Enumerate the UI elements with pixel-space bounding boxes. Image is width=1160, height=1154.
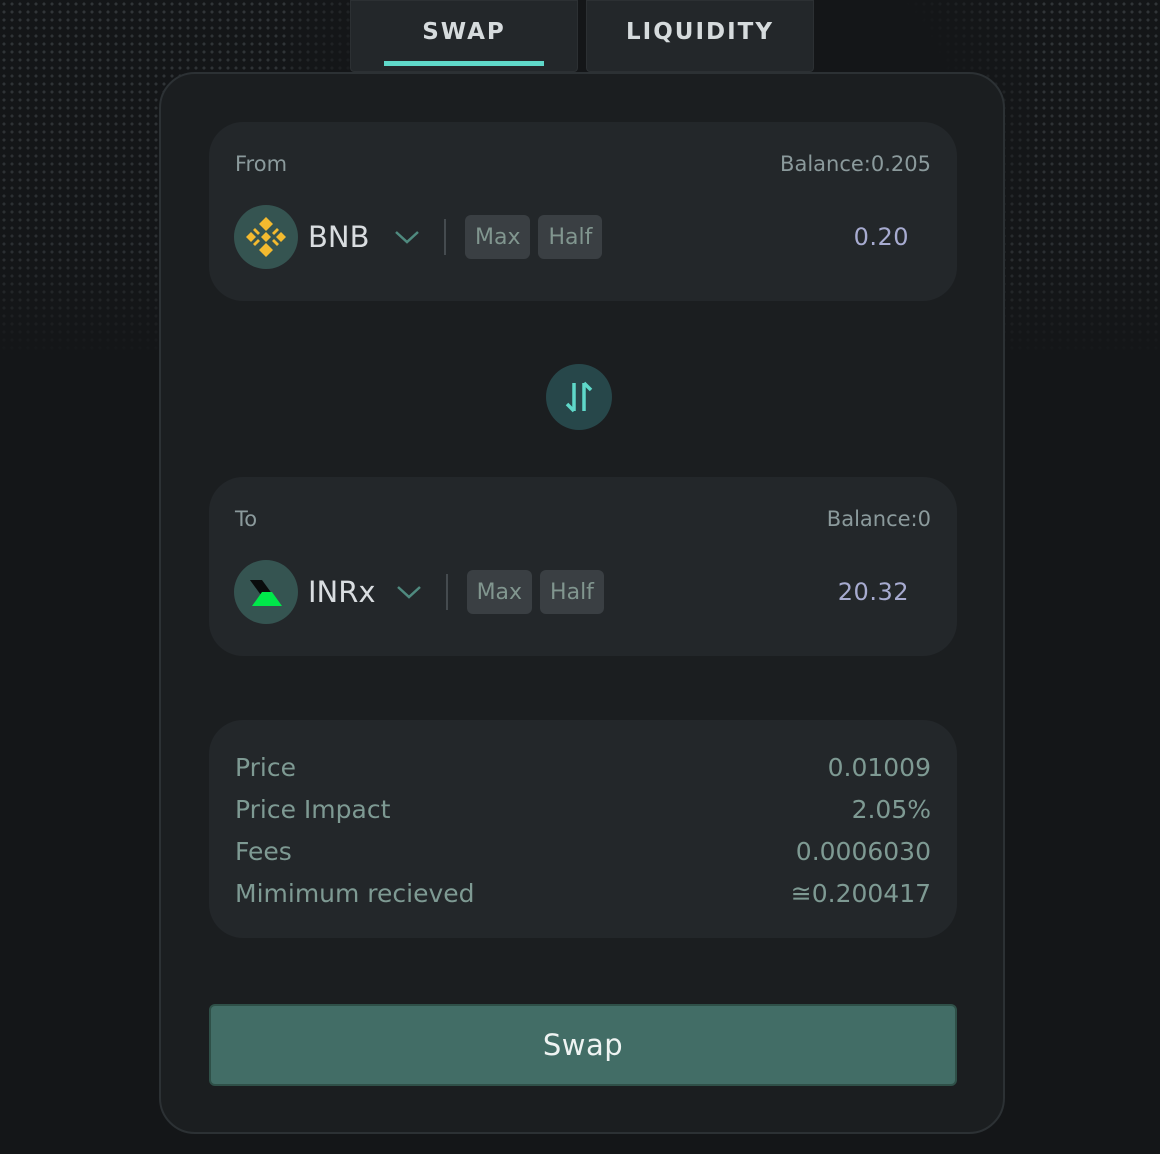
to-amount-input[interactable]: 20.32 (838, 578, 909, 606)
tab-bar: SWAP LIQUIDITY (350, 0, 814, 72)
swap-details-panel: Price 0.01009 Price Impact 2.05% Fees 0.… (209, 720, 957, 938)
to-label: To (235, 507, 258, 531)
from-max-button[interactable]: Max (465, 215, 531, 259)
detail-value: 0.01009 (827, 752, 931, 782)
tab-swap[interactable]: SWAP (350, 0, 578, 72)
divider (445, 574, 448, 610)
from-half-button[interactable]: Half (538, 215, 603, 259)
tab-active-indicator (384, 61, 544, 66)
detail-value: ≅0.200417 (790, 878, 931, 908)
detail-label: Mimimum recieved (235, 878, 475, 908)
chevron-down-icon[interactable] (396, 584, 422, 600)
swap-card: From Balance:0.205 BNB Max Half 0.20 To … (159, 72, 1005, 1134)
swap-button[interactable]: Swap (209, 1004, 957, 1086)
to-max-button[interactable]: Max (466, 570, 533, 614)
to-half-button[interactable]: Half (540, 570, 604, 614)
from-token-symbol[interactable]: BNB (308, 220, 374, 254)
to-token-symbol[interactable]: INRx (308, 575, 376, 609)
tab-liquidity-label: LIQUIDITY (626, 19, 774, 45)
to-balance: Balance:0 (826, 507, 931, 531)
detail-label: Price Impact (235, 794, 391, 824)
detail-row-price-impact: Price Impact 2.05% (235, 789, 931, 829)
from-panel: From Balance:0.205 BNB Max Half 0.20 (209, 122, 957, 301)
tab-swap-label: SWAP (422, 19, 506, 45)
chevron-down-icon[interactable] (394, 229, 420, 245)
detail-label: Fees (235, 836, 292, 866)
detail-row-minimum-received: Mimimum recieved ≅0.200417 (235, 873, 931, 913)
tab-liquidity[interactable]: LIQUIDITY (586, 0, 814, 72)
from-balance: Balance:0.205 (780, 152, 931, 176)
from-amount-input[interactable]: 0.20 (854, 223, 909, 251)
bnb-icon[interactable] (234, 205, 298, 269)
to-token-row: INRx Max Half 20.32 (234, 559, 932, 625)
swap-direction-icon[interactable] (546, 364, 612, 430)
detail-value: 0.0006030 (795, 836, 931, 866)
detail-row-fees: Fees 0.0006030 (235, 831, 931, 871)
detail-row-price: Price 0.01009 (235, 747, 931, 787)
detail-label: Price (235, 752, 296, 782)
detail-value: 2.05% (851, 794, 931, 824)
from-label: From (235, 152, 288, 176)
to-panel: To Balance:0 INRx Max Half 20.32 (209, 477, 957, 656)
inrx-icon[interactable] (234, 560, 298, 624)
from-token-row: BNB Max Half 0.20 (234, 204, 932, 270)
divider (444, 219, 446, 255)
